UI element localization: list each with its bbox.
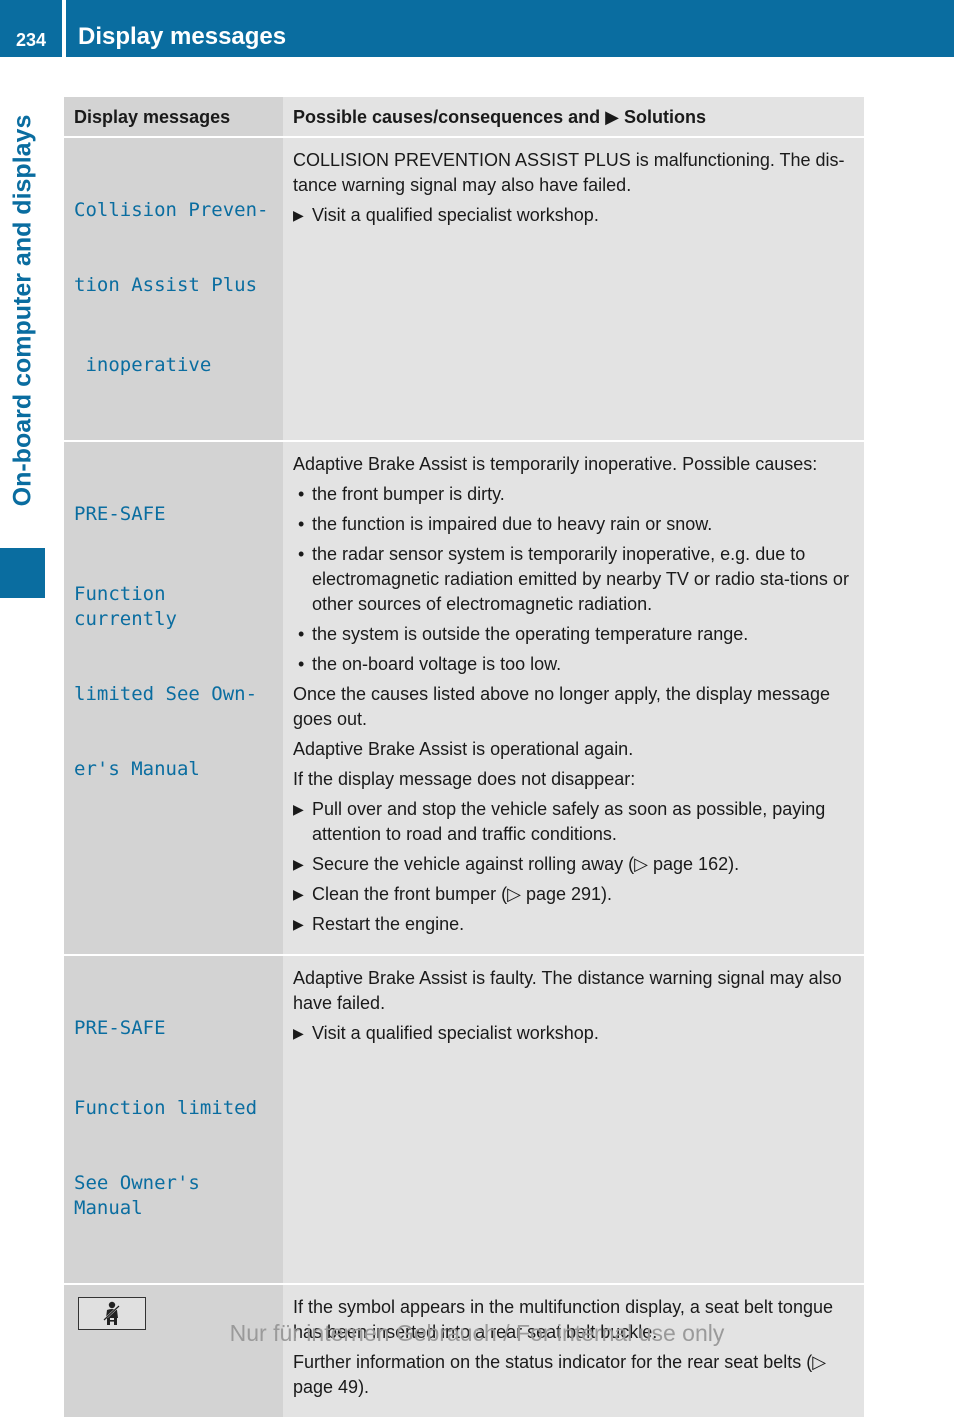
table-row: PRE-SAFE Function limited See Owner's Ma… — [64, 955, 864, 1285]
solution-step: ▶ Clean the front bumper (▷ page 291). — [293, 882, 856, 907]
step-arrow-icon: ▶ — [293, 856, 304, 872]
solution-cell: COLLISION PREVENTION ASSIST PLUS is malf… — [283, 137, 864, 442]
solution-step: ▶ Restart the engine. — [293, 912, 856, 937]
solution-cell: Adaptive Brake Assist is temporarily ino… — [283, 441, 864, 956]
cause-bullet: the radar sensor system is temporarily i… — [293, 542, 856, 617]
chapter-side-tab: On-board computer and displays — [0, 80, 45, 598]
table-row: PRE-SAFE Function currently limited See … — [64, 441, 864, 956]
display-message-cell: PRE-SAFE Function currently limited See … — [64, 441, 283, 956]
description-text: Adaptive Brake Assist is operational aga… — [293, 739, 634, 759]
step-arrow-icon: ▶ — [293, 207, 304, 223]
step-arrow-icon: ▶ — [293, 801, 304, 817]
internal-use-watermark: Nur für internen Gebrauch / For internal… — [229, 1320, 725, 1346]
description-text: Adaptive Brake Assist is temporarily ino… — [293, 454, 818, 474]
header-divider — [62, 0, 66, 57]
display-message-text: PRE-SAFE Function currently limited See … — [74, 503, 258, 780]
page-header-bar: 234 Display messages — [0, 0, 954, 57]
page-number: 234 — [15, 30, 47, 50]
cause-bullet: the system is outside the operating temp… — [293, 622, 856, 647]
description-text: Further information on the status indica… — [293, 1352, 827, 1397]
display-message-cell: Collision Preven- tion Assist Plus inope… — [64, 137, 283, 442]
display-messages-table: Display messages Possible causes/consequ… — [64, 97, 864, 1419]
solution-step: ▶ Visit a qualified specialist workshop. — [293, 203, 856, 228]
description-text: Adaptive Brake Assist is faulty. The dis… — [293, 968, 842, 1013]
table-row: Collision Preven- tion Assist Plus inope… — [64, 137, 864, 442]
step-arrow-icon: ▶ — [293, 886, 304, 902]
display-message-text: Collision Preven- tion Assist Plus inope… — [74, 199, 269, 376]
cause-bullet: the function is impaired due to heavy ra… — [293, 512, 856, 537]
display-message-cell — [64, 1284, 283, 1419]
solution-cell: If the symbol appears in the multifuncti… — [283, 1284, 864, 1419]
solution-step: ▶ Pull over and stop the vehicle safely … — [293, 799, 826, 844]
step-arrow-icon: ▶ — [293, 1025, 304, 1041]
solution-step: ▶ Secure the vehicle against rolling awa… — [293, 852, 856, 877]
display-message-cell: PRE-SAFE Function limited See Owner's Ma… — [64, 955, 283, 1285]
column-header-causes-solutions: Possible causes/consequences and ▶ Solut… — [283, 97, 864, 138]
chapter-label: On-board computer and displays — [8, 114, 37, 506]
table-row: If the symbol appears in the multifuncti… — [64, 1284, 864, 1419]
cause-bullet: the front bumper is dirty. — [293, 482, 856, 507]
table-header-row: Display messages Possible causes/consequ… — [64, 97, 864, 138]
chapter-marker-block — [0, 548, 45, 598]
description-text: COLLISION PREVENTION ASSIST PLUS is malf… — [293, 150, 845, 195]
cause-bullet: the on-board voltage is too low. — [293, 652, 856, 677]
column-header-display-messages: Display messages — [64, 97, 283, 138]
description-text: If the display message does not disappea… — [293, 769, 636, 789]
solution-step: ▶ Visit a qualified specialist workshop. — [293, 1021, 856, 1046]
display-message-text: PRE-SAFE Function limited See Owner's Ma… — [74, 1017, 258, 1219]
description-text: Once the causes listed above no longer a… — [293, 684, 830, 729]
page-title: Display messages — [78, 23, 287, 50]
step-arrow-icon: ▶ — [293, 916, 304, 932]
solution-cell: Adaptive Brake Assist is faulty. The dis… — [283, 955, 864, 1285]
